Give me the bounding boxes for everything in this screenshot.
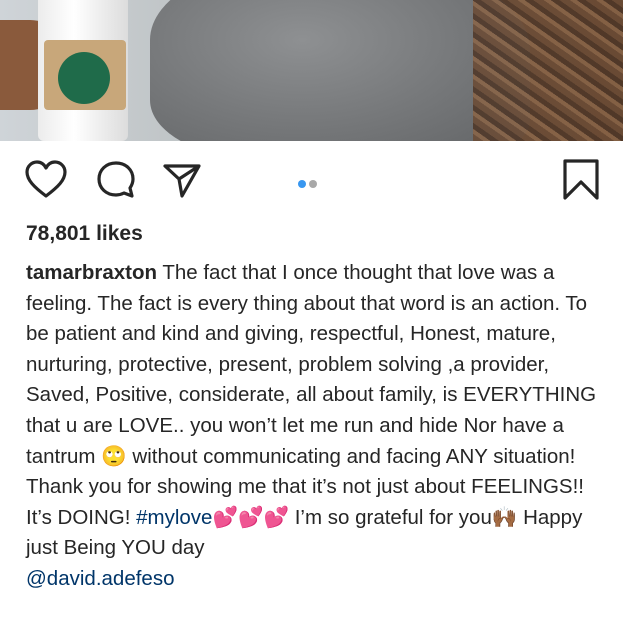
carousel-dot-active [298,180,306,188]
caption-text: I’m so grateful for you [289,505,492,529]
bookmark-icon[interactable] [562,158,600,202]
post-photo[interactable] [0,0,623,141]
comment-icon[interactable] [96,160,136,200]
photo-ground [473,0,623,141]
hashtag-link[interactable]: #mylove [136,506,212,529]
photo-cup-logo [58,52,110,104]
post-caption: tamarbraxton The fact that I once though… [26,258,608,595]
share-icon[interactable] [162,160,202,200]
eye-roll-emoji: 🙄 [101,444,127,468]
likes-count[interactable]: 78,801 likes [26,222,143,246]
mention-link[interactable]: @david.adefeso [26,567,174,590]
hearts-emoji: 💕💕💕 [212,505,290,529]
raised-hands-emoji: 🙌🏾 [491,505,518,529]
caption-username[interactable]: tamarbraxton [26,261,157,284]
carousel-indicator [298,175,320,193]
carousel-dot [309,180,317,188]
caption-text: The fact that I once thought that love w… [26,261,597,468]
heart-icon[interactable] [24,160,68,200]
